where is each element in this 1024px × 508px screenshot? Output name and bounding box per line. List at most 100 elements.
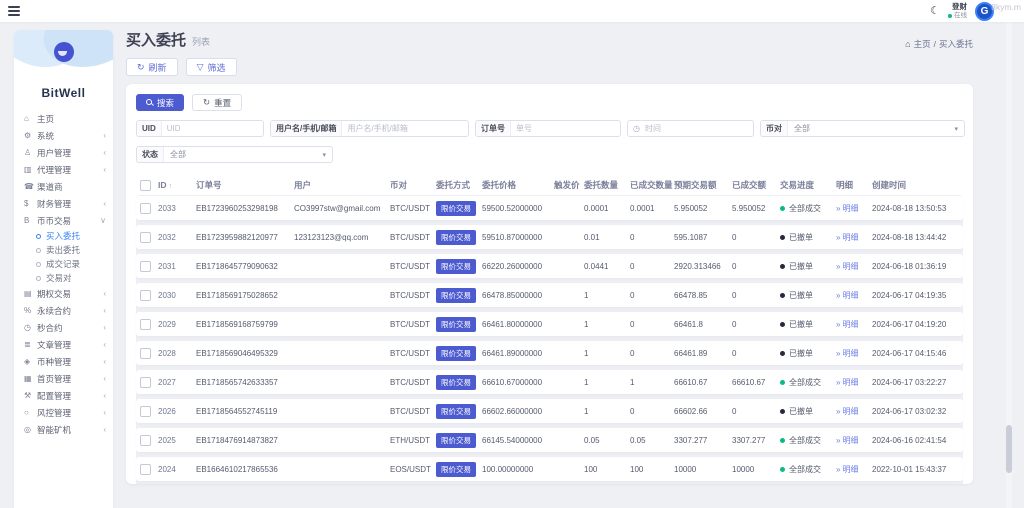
detail-label: 明细	[842, 290, 858, 301]
filter-field-order-no: 订单号	[475, 120, 621, 137]
sidebar-item-home[interactable]: ⌂主页	[14, 110, 113, 127]
cell-created: 2024-06-17 03:22:27	[872, 378, 963, 387]
row-checkbox[interactable]	[140, 435, 151, 446]
pair-select[interactable]: 全部▾	[788, 123, 964, 134]
cell-method: 限价交易	[436, 462, 482, 477]
cell-pair: BTC/USDT	[390, 378, 436, 387]
sidebar-subitem-trade-records[interactable]: 成交记录	[14, 257, 113, 271]
filter-field-label: 订单号	[476, 121, 511, 136]
filter-field-label: 用户名/手机/邮箱	[271, 121, 342, 136]
cell-detail: »明细	[836, 290, 872, 301]
cell-order-no: EB1718564552745119	[196, 407, 294, 416]
sidebar-item-spot-trade[interactable]: B币币交易∨	[14, 212, 113, 229]
sidebar-item-finance[interactable]: $财务管理‹	[14, 195, 113, 212]
username-input[interactable]	[342, 124, 468, 133]
sidebar-item-label: 永续合约	[37, 305, 103, 317]
limit-trade-badge: 限价交易	[436, 375, 476, 390]
row-checkbox[interactable]	[140, 319, 151, 330]
cell-detail: »明细	[836, 464, 872, 475]
hamburger-menu-icon[interactable]	[8, 6, 20, 16]
cell-expected: 66461.8	[674, 320, 732, 329]
uid-input[interactable]	[162, 124, 263, 133]
table-row: 2029EB1718569168759799BTC/USDT限价交易66461.…	[136, 312, 963, 336]
cell-price: 66461.89000000	[482, 349, 554, 358]
search-button[interactable]: 搜索	[136, 94, 184, 111]
sidebar-item-coins[interactable]: ◈币种管理‹	[14, 353, 113, 370]
user-menu[interactable]: 登财 在线	[948, 3, 967, 19]
page-subtitle: 列表	[192, 37, 210, 47]
detail-link[interactable]: »明细	[836, 232, 872, 243]
sidebar-item-agents[interactable]: ▥代理管理‹	[14, 161, 113, 178]
cell-progress: 全部成交	[780, 435, 836, 446]
sidebar-item-options[interactable]: ▤期权交易‹	[14, 285, 113, 302]
gear-icon: ⚙	[24, 131, 37, 140]
cell-filled-qty: 0.05	[630, 436, 674, 445]
sidebar-item-users[interactable]: ♙用户管理‹	[14, 144, 113, 161]
row-checkbox[interactable]	[140, 203, 151, 214]
cell-pair: BTC/USDT	[390, 349, 436, 358]
sidebar-item-channel[interactable]: ☎渠道商	[14, 178, 113, 195]
breadcrumb-home[interactable]: 主页	[914, 38, 931, 50]
cell-amount: 0.01	[584, 233, 630, 242]
chevron-left-icon: ‹	[103, 357, 106, 366]
filter-field-label: 状态	[137, 147, 164, 162]
select-all-checkbox[interactable]	[140, 180, 151, 191]
sidebar-subitem-buy-orders[interactable]: 买入委托	[14, 229, 113, 243]
status-text: 已撤单	[789, 348, 813, 359]
detail-link[interactable]: »明细	[836, 406, 872, 417]
sidebar-item-seconds[interactable]: ◷秒合约‹	[14, 319, 113, 336]
status-text: 全部成交	[789, 203, 821, 214]
detail-link[interactable]: »明细	[836, 290, 872, 301]
chevron-left-icon: ‹	[103, 425, 106, 434]
cell-amount: 0.0001	[584, 204, 630, 213]
sidebar-item-homepage[interactable]: ▦首页管理‹	[14, 370, 113, 387]
column-header-1[interactable]: ID ↑	[158, 180, 196, 190]
sidebar-item-miner[interactable]: ◎智能矿机‹	[14, 421, 113, 438]
date-input[interactable]	[640, 124, 753, 133]
detail-link[interactable]: »明细	[836, 435, 872, 446]
column-header-8: 委托数量	[584, 179, 630, 191]
cell-filled-qty: 0	[630, 262, 674, 271]
scrollbar-thumb[interactable]	[1006, 425, 1012, 473]
column-header-5: 委托方式	[436, 179, 482, 191]
sidebar-subitem-sell-orders[interactable]: 卖出委托	[14, 243, 113, 257]
status-dot	[780, 409, 785, 414]
refresh-button[interactable]: ↻ 刷新	[126, 58, 178, 76]
row-checkbox[interactable]	[140, 464, 151, 475]
sidebar-item-risk[interactable]: ○风控管理‹	[14, 404, 113, 421]
cell-price: 59500.52000000	[482, 204, 554, 213]
reset-button[interactable]: ↻ 重置	[192, 94, 242, 111]
detail-label: 明细	[842, 261, 858, 272]
dark-mode-toggle-icon[interactable]: ☾	[930, 6, 940, 17]
row-checkbox[interactable]	[140, 261, 151, 272]
detail-label: 明细	[842, 435, 858, 446]
detail-link[interactable]: »明细	[836, 464, 872, 475]
row-checkbox[interactable]	[140, 290, 151, 301]
status-select[interactable]: 全部▾	[164, 149, 332, 160]
cell-id: 2031	[158, 262, 196, 271]
status-dot	[780, 351, 785, 356]
row-checkbox[interactable]	[140, 348, 151, 359]
column-header-14: 创建时间	[872, 179, 963, 191]
detail-link[interactable]: »明细	[836, 348, 872, 359]
sidebar-item-config[interactable]: ⚒配置管理‹	[14, 387, 113, 404]
filter-button[interactable]: ▽ 筛选	[186, 58, 237, 76]
detail-link[interactable]: »明细	[836, 203, 872, 214]
percent-icon: %	[24, 306, 37, 315]
order-no-input[interactable]	[511, 124, 620, 133]
double-arrow-icon: »	[836, 436, 840, 445]
row-checkbox[interactable]	[140, 232, 151, 243]
cell-filled-qty: 100	[630, 465, 674, 474]
detail-link[interactable]: »明细	[836, 377, 872, 388]
sidebar-subitem-trade-pairs[interactable]: 交易对	[14, 271, 113, 285]
coin-icon: ◈	[24, 357, 37, 366]
sidebar-item-articles[interactable]: ≣文章管理‹	[14, 336, 113, 353]
select-value: 全部	[794, 123, 810, 134]
sidebar-item-perpetual[interactable]: %永续合约‹	[14, 302, 113, 319]
detail-link[interactable]: »明细	[836, 261, 872, 272]
status-dot	[780, 264, 785, 269]
row-checkbox[interactable]	[140, 406, 151, 417]
sidebar-item-system[interactable]: ⚙系统‹	[14, 127, 113, 144]
row-checkbox[interactable]	[140, 377, 151, 388]
detail-link[interactable]: »明细	[836, 319, 872, 330]
